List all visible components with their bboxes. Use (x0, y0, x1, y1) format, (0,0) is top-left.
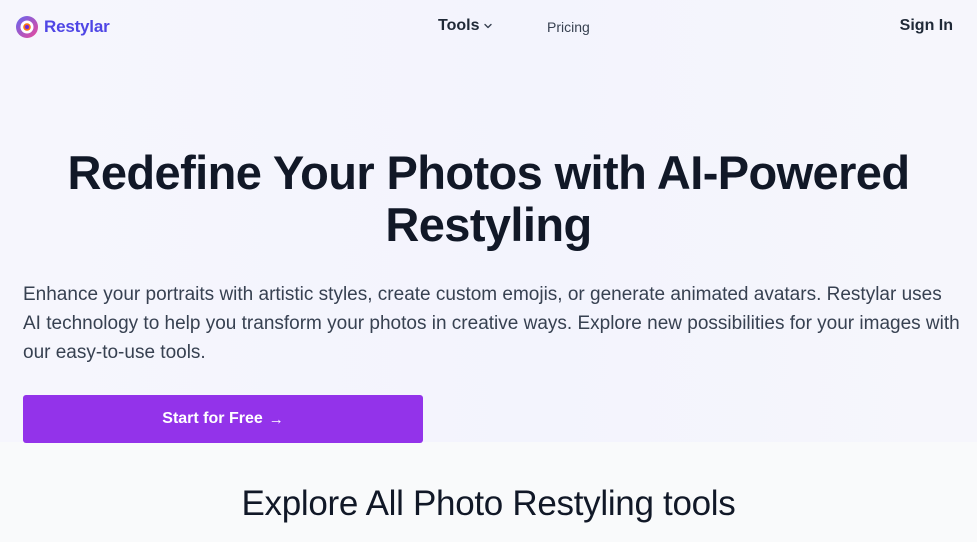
hero-title-line-1: Redefine Your Photos with AI-Powered (67, 146, 910, 199)
navbar: Restylar Tools Pricing Sign In (0, 0, 977, 55)
nav-tools-dropdown[interactable]: Tools (438, 17, 493, 35)
nav-pricing-link[interactable]: Pricing (547, 19, 590, 35)
nav-tools-label: Tools (438, 17, 480, 34)
start-for-free-button[interactable]: Start for Free → (23, 395, 423, 443)
sign-in-link[interactable]: Sign In (900, 17, 953, 35)
hero-title-line-2: Restyling (385, 198, 592, 251)
arrow-right-icon: → (268, 410, 284, 428)
brand-logo-link[interactable]: Restylar (15, 15, 110, 39)
section-title: Explore All Photo Restyling tools (241, 484, 736, 523)
hero-description: Enhance your portraits with artistic sty… (23, 284, 960, 363)
start-for-free-label: Start for Free (162, 410, 263, 427)
hero-title: Redefine Your Photos with AI-Powered Res… (0, 147, 977, 251)
restylar-logo-icon (16, 16, 38, 38)
brand-name: Restylar (44, 17, 110, 36)
chevron-down-icon (484, 23, 493, 29)
